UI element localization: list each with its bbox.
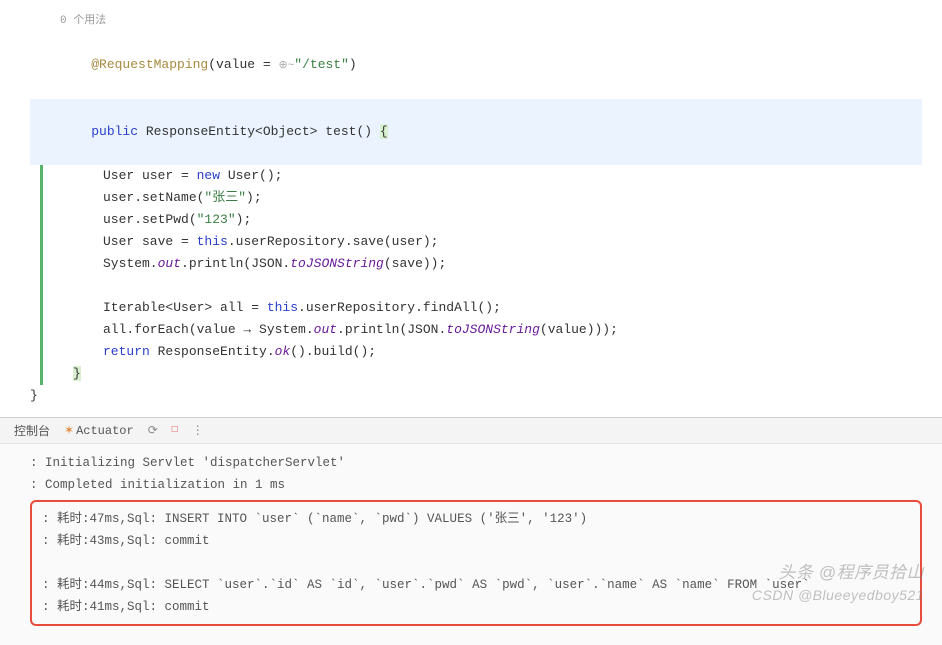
code-line[interactable]: System.out.println(JSON.toJSONString(sav… [43, 253, 922, 275]
txt: User user = [103, 168, 197, 183]
ann-suffix: ) [349, 57, 357, 72]
txt: .println(JSON. [181, 256, 290, 271]
static-method: toJSONString [290, 256, 384, 271]
more-icon[interactable]: ⋮ [192, 423, 204, 438]
refresh-icon[interactable]: ⟳ [148, 423, 158, 438]
txt: (save)); [384, 256, 446, 271]
brace: } [73, 366, 81, 381]
watermark-toutiao: 头条 @程序员拾山 [779, 558, 924, 583]
kw-new: new [197, 168, 220, 183]
code-line[interactable]: return ResponseEntity.ok().build(); [43, 341, 922, 363]
txt: System. [103, 256, 158, 271]
annotation-line[interactable]: @RequestMapping(value = ⊕~"/test") [30, 32, 922, 99]
txt: (value))); [540, 322, 618, 337]
usage-hint: 0 个用法 [30, 10, 922, 32]
txt: user.setName( [103, 190, 204, 205]
txt: user.setPwd( [103, 212, 197, 227]
code-line[interactable]: User save = this.userRepository.save(use… [43, 231, 922, 253]
console-output[interactable]: : Initializing Servlet 'dispatcherServle… [0, 444, 942, 645]
txt: .println(JSON. [337, 322, 446, 337]
txt: ResponseEntity. [150, 344, 275, 359]
str: "123" [197, 212, 236, 227]
txt: ().build(); [290, 344, 376, 359]
stop-icon[interactable]: □ [172, 425, 178, 436]
sig-rest: ResponseEntity<Object> test() [138, 124, 380, 139]
txt: ); [236, 212, 252, 227]
brace-close-outer[interactable]: } [30, 385, 922, 407]
actuator-icon: ✶ [64, 424, 74, 438]
globe-icon: ⊕~ [278, 60, 294, 72]
kw-this: this [267, 300, 298, 315]
code-line[interactable]: user.setName("张三"); [43, 187, 922, 209]
ann-url: "/test" [294, 57, 349, 72]
sql-line: : 耗时:47ms,Sql: INSERT INTO `user` (`name… [42, 508, 910, 530]
annotation: @RequestMapping [91, 57, 208, 72]
console-tabs: 控制台 ✶Actuator ⟳ □ ⋮ [0, 418, 942, 444]
kw-return: return [103, 344, 150, 359]
code-line[interactable]: user.setPwd("123"); [43, 209, 922, 231]
tab-console[interactable]: 控制台 [14, 422, 50, 439]
method-body-block: User user = new User(); user.setName("张三… [40, 165, 922, 385]
static-method: ok [275, 344, 291, 359]
static-method: toJSONString [446, 322, 540, 337]
txt: .userRepository.findAll(); [298, 300, 501, 315]
str: "张三" [204, 190, 246, 205]
watermark-csdn: CSDN @Blueeyedboy521 [752, 587, 924, 603]
sql-line: : 耗时:43ms,Sql: commit [42, 530, 910, 552]
txt: ); [246, 190, 262, 205]
brace-close-inner[interactable]: } [43, 363, 922, 385]
code-editor[interactable]: 0 个用法 @RequestMapping(value = ⊕~"/test")… [0, 0, 942, 417]
kw-this: this [197, 234, 228, 249]
console-panel: 控制台 ✶Actuator ⟳ □ ⋮ : Initializing Servl… [0, 417, 942, 645]
log-line: : Initializing Servlet 'dispatcherServle… [30, 452, 922, 474]
kw-public: public [91, 124, 138, 139]
method-signature[interactable]: public ResponseEntity<Object> test() { [30, 99, 922, 165]
blank-line [43, 275, 922, 297]
field-out: out [158, 256, 181, 271]
code-line[interactable]: all.forEach(value → System.out.println(J… [43, 319, 922, 341]
brace-open: { [380, 124, 388, 139]
log-line: : Completed initialization in 1 ms [30, 474, 922, 496]
txt: all.forEach(value → System. [103, 322, 314, 337]
tab-actuator[interactable]: ✶Actuator [64, 423, 134, 438]
code-line[interactable]: User user = new User(); [43, 165, 922, 187]
field-out: out [314, 322, 337, 337]
txt: Iterable<User> all = [103, 300, 267, 315]
tab-actuator-label: Actuator [76, 424, 134, 438]
code-line[interactable]: Iterable<User> all = this.userRepository… [43, 297, 922, 319]
txt: User save = [103, 234, 197, 249]
ann-prefix: (value = [208, 57, 278, 72]
txt: .userRepository.save(user); [228, 234, 439, 249]
txt: User(); [220, 168, 282, 183]
